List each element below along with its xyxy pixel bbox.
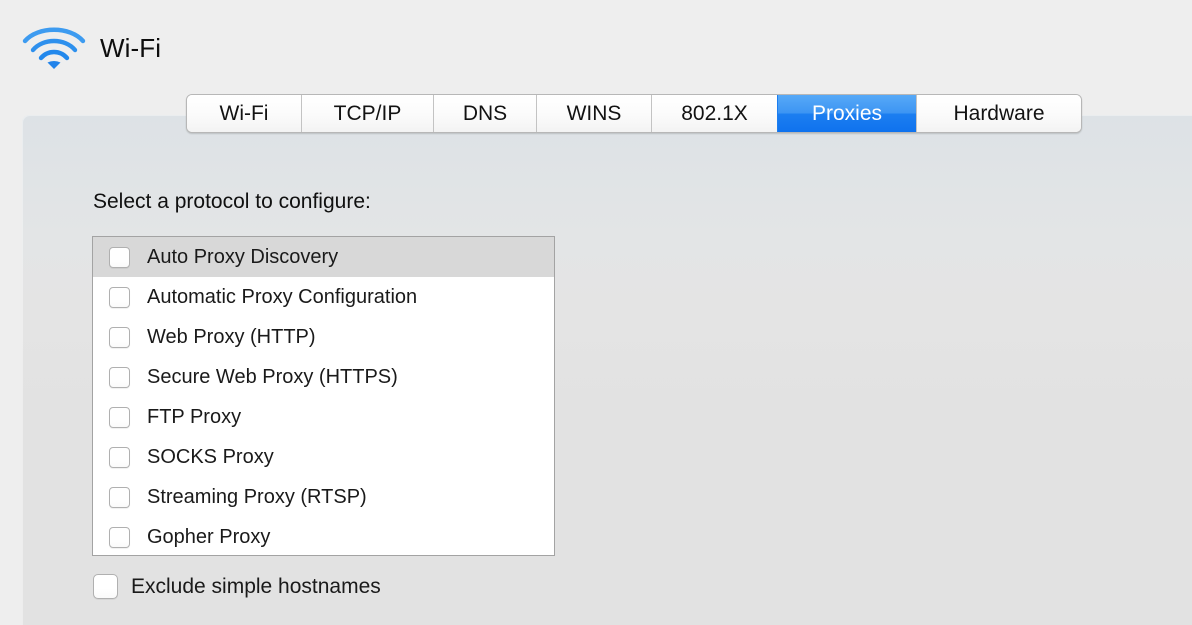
- protocol-checkbox[interactable]: [109, 486, 130, 508]
- protocol-list[interactable]: Auto Proxy Discovery Automatic Proxy Conf…: [92, 236, 555, 556]
- protocol-label: SOCKS Proxy: [147, 445, 274, 468]
- tab-bar: Wi-Fi TCP/IP DNS WINS 802.1X Proxies Hardware: [186, 94, 1082, 133]
- protocol-checkbox[interactable]: [109, 326, 130, 348]
- protocol-label: Auto Proxy Discovery: [147, 245, 339, 268]
- network-preferences-window: Wi-Fi Wi-Fi TCP/IP DNS WINS 802.1X Proxies Har…: [0, 0, 1192, 625]
- protocol-row[interactable]: Gopher Proxy: [93, 517, 554, 555]
- protocol-checkbox[interactable]: [109, 406, 130, 428]
- tab-tcp-ip[interactable]: TCP/IP: [301, 95, 433, 132]
- protocol-row[interactable]: Secure Web Proxy (HTTPS): [93, 357, 554, 397]
- protocol-row[interactable]: Streaming Proxy (RTSP): [93, 477, 554, 517]
- wifi-icon: [20, 22, 88, 70]
- protocol-label: Gopher Proxy: [147, 525, 271, 548]
- protocol-label: Automatic Proxy Configuration: [147, 285, 418, 308]
- tab-wins[interactable]: WINS: [536, 95, 651, 132]
- protocol-checkbox[interactable]: [109, 366, 130, 388]
- tab-hardware[interactable]: Hardware: [916, 95, 1081, 132]
- protocol-row[interactable]: SOCKS Proxy: [93, 437, 554, 477]
- protocol-label: Web Proxy (HTTP): [147, 325, 316, 348]
- exclude-simple-hostnames-checkbox[interactable]: [93, 574, 118, 599]
- protocol-label: Secure Web Proxy (HTTPS): [147, 365, 398, 388]
- protocol-checkbox[interactable]: [109, 246, 130, 268]
- protocol-row[interactable]: Auto Proxy Discovery: [93, 237, 554, 277]
- protocol-checkbox[interactable]: [109, 286, 130, 308]
- exclude-simple-hostnames-row[interactable]: Exclude simple hostnames: [93, 574, 381, 599]
- tab-wi-fi[interactable]: Wi-Fi: [187, 95, 301, 132]
- protocol-checkbox[interactable]: [109, 526, 130, 548]
- exclude-simple-hostnames-label: Exclude simple hostnames: [131, 574, 381, 598]
- protocol-row[interactable]: Web Proxy (HTTP): [93, 317, 554, 357]
- tab-dns[interactable]: DNS: [433, 95, 536, 132]
- protocol-label: Streaming Proxy (RTSP): [147, 485, 367, 508]
- protocol-row[interactable]: Automatic Proxy Configuration: [93, 277, 554, 317]
- protocol-label: FTP Proxy: [147, 405, 242, 428]
- page-title: Wi-Fi: [100, 33, 162, 63]
- protocol-checkbox[interactable]: [109, 446, 130, 468]
- protocol-row[interactable]: FTP Proxy: [93, 397, 554, 437]
- section-heading: Select a protocol to configure:: [93, 190, 371, 213]
- tab-proxies[interactable]: Proxies: [777, 95, 916, 132]
- tab-802-1x[interactable]: 802.1X: [651, 95, 777, 132]
- window-header: Wi-Fi: [0, 0, 1192, 95]
